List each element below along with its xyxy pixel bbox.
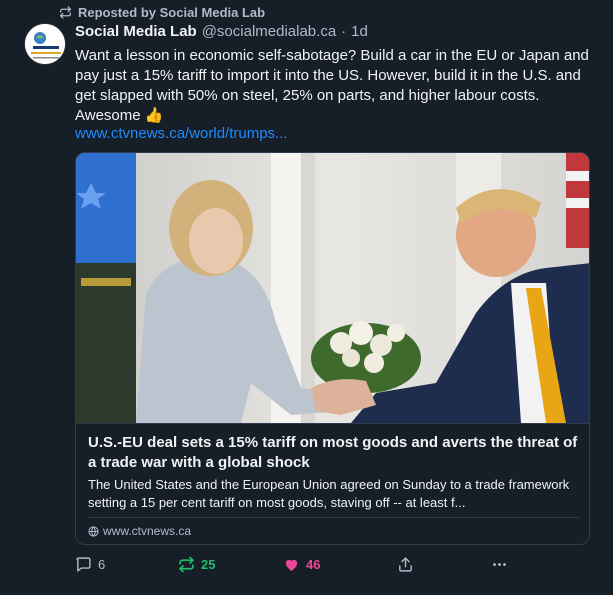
avatar[interactable] [24,23,66,65]
heart-icon [285,559,298,571]
action-bar: 6 25 46 [75,556,515,576]
repost-icon [179,556,194,573]
post: Reposted by Social Media Lab Social Medi… [0,0,613,595]
author-handle[interactable]: @socialmedialab.ca [202,23,336,40]
repost-icon [59,6,72,19]
globe-icon [88,525,99,537]
repost-count: 25 [201,557,216,572]
repost-text: Reposted by Social Media Lab [78,5,266,20]
card-meta: U.S.-EU deal sets a 15% tariff on most g… [76,423,589,544]
post-text: Want a lesson in economic self-sabotage?… [75,47,589,124]
like-button[interactable]: 46 [283,556,320,573]
card-title[interactable]: U.S.-EU deal sets a 15% tariff on most g… [88,433,578,473]
more-icon [493,563,506,566]
share-button[interactable] [397,556,414,573]
author-name[interactable]: Social Media Lab [75,23,197,40]
post-link[interactable]: www.ctvnews.ca/world/trumps... [75,125,288,142]
card-source-label: www.ctvnews.ca [103,524,192,538]
like-count: 46 [306,557,321,572]
post-header: Social Media Lab @socialmedialab.ca · 1d [75,23,368,40]
reply-count: 6 [98,557,106,572]
card-divider [88,517,579,518]
reply-button[interactable]: 6 [75,556,105,573]
card-image [76,153,589,423]
share-icon [399,557,412,572]
link-card[interactable]: U.S.-EU deal sets a 15% tariff on most g… [75,152,590,545]
card-description: The United States and the European Union… [88,477,570,510]
card-source: www.ctvnews.ca [88,524,191,538]
repost-indicator[interactable]: Reposted by Social Media Lab [59,5,265,20]
avatar-logo [25,24,65,64]
separator-dot: · [341,23,347,40]
reply-icon [76,557,91,572]
post-time[interactable]: 1d [351,23,368,40]
repost-button[interactable]: 25 [178,556,215,573]
more-options-button[interactable] [491,556,508,573]
